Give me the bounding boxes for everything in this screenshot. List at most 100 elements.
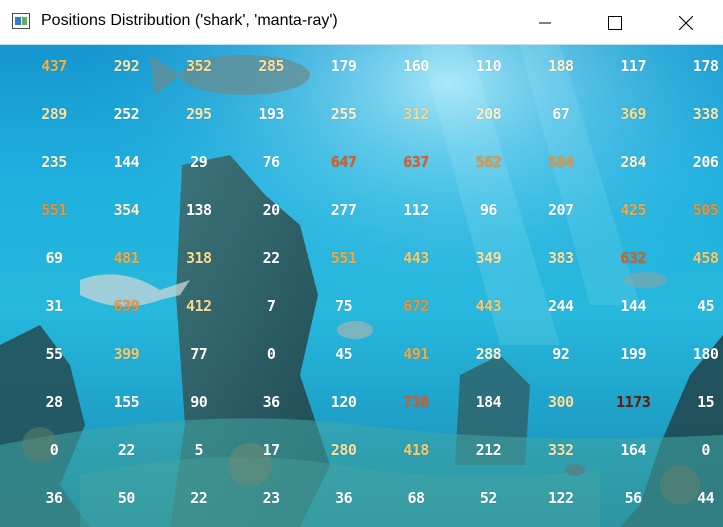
heatmap-cell: 56 xyxy=(624,489,643,507)
heatmap-cell: 458 xyxy=(692,249,719,267)
minimize-button[interactable] xyxy=(522,0,568,45)
heatmap-cell: 120 xyxy=(330,393,357,411)
heatmap-cell: 75 xyxy=(335,297,353,315)
heatmap-cell: 412 xyxy=(186,297,212,315)
heatmap-cell: 418 xyxy=(403,441,429,459)
heatmap-cell: 207 xyxy=(548,201,574,219)
heatmap-cell: 36 xyxy=(335,489,353,507)
heatmap-cell: 15 xyxy=(697,393,715,411)
window-title: Positions Distribution ('shark', 'manta-… xyxy=(41,12,338,29)
heatmap-cell: 52 xyxy=(479,489,498,507)
heatmap-cell: 179 xyxy=(330,57,357,75)
heatmap-cell: 399 xyxy=(113,345,140,363)
heatmap-cell: 551 xyxy=(41,201,67,219)
heatmap-cell: 67 xyxy=(552,105,570,123)
heatmap-cell: 349 xyxy=(475,249,502,267)
heatmap-cell: 639 xyxy=(113,297,140,315)
app-icon-pane-right xyxy=(22,17,27,25)
heatmap-cell: 20 xyxy=(262,201,281,219)
heatmap-cell: 45 xyxy=(697,297,715,315)
heatmap-cell: 90 xyxy=(190,393,208,411)
heatmap-cell: 672 xyxy=(403,297,429,315)
maximize-icon xyxy=(608,15,622,30)
heatmap-cell: 289 xyxy=(41,105,67,123)
heatmap-cell: 112 xyxy=(403,201,429,219)
heatmap-cell: 505 xyxy=(692,201,719,219)
heatmap-cell: 206 xyxy=(692,153,719,171)
heatmap-cell: 69 xyxy=(45,249,63,267)
heatmap-cell: 352 xyxy=(186,57,212,75)
heatmap-cell: 155 xyxy=(113,393,140,411)
heatmap-cell: 160 xyxy=(403,57,429,75)
heatmap-cell: 292 xyxy=(113,57,140,75)
heatmap-cell: 188 xyxy=(548,57,574,75)
heatmap-cell: 338 xyxy=(692,105,719,123)
heatmap-cell: 96 xyxy=(479,201,498,219)
heatmap-cell: 312 xyxy=(403,105,429,123)
heatmap-cell: 284 xyxy=(620,153,646,171)
heatmap-cell: 31 xyxy=(45,297,63,315)
heatmap-cell: 92 xyxy=(552,345,570,363)
heatmap-cell: 562 xyxy=(475,153,502,171)
heatmap-cell: 44 xyxy=(697,489,715,507)
heatmap-cell: 295 xyxy=(186,105,212,123)
heatmap-cell: 443 xyxy=(403,249,429,267)
heatmap-cell: 199 xyxy=(620,345,646,363)
close-icon xyxy=(679,15,693,30)
heatmap-cell: 164 xyxy=(620,441,646,459)
heatmap-cell: 29 xyxy=(190,153,208,171)
heatmap-cell: 551 xyxy=(330,249,357,267)
heatmap-cell: 255 xyxy=(330,105,357,123)
heatmap-cell: 17 xyxy=(262,441,281,459)
heatmap-cell: 184 xyxy=(475,393,502,411)
heatmap-cell: 1173 xyxy=(616,393,651,411)
heatmap-cell: 212 xyxy=(475,441,502,459)
heatmap-cell: 7 xyxy=(266,297,276,315)
close-button[interactable] xyxy=(663,0,709,45)
heatmap-cell: 144 xyxy=(620,297,646,315)
title-bar: Positions Distribution ('shark', 'manta-… xyxy=(0,0,723,45)
heatmap-cell: 45 xyxy=(335,345,353,363)
heatmap-cell: 117 xyxy=(620,57,646,75)
heatmap-cell: 22 xyxy=(262,249,281,267)
heatmap-cell: 318 xyxy=(186,249,212,267)
heatmap-cell: 332 xyxy=(548,441,574,459)
heatmap-cell: 437 xyxy=(41,57,67,75)
heatmap-cell: 77 xyxy=(190,345,208,363)
heatmap-cell: 50 xyxy=(117,489,136,507)
heatmap-cell: 28 xyxy=(45,393,63,411)
heatmap-cell: 5 xyxy=(194,441,204,459)
app-icon-pane-left xyxy=(15,17,21,25)
heatmap-cell: 36 xyxy=(262,393,281,411)
heatmap-cell: 354 xyxy=(113,201,140,219)
heatmap-cell: 68 xyxy=(407,489,425,507)
heatmap-cell: 369 xyxy=(620,105,646,123)
heatmap-cell: 36 xyxy=(45,489,63,507)
heatmap-cell: 180 xyxy=(692,345,719,363)
heatmap-cell: 481 xyxy=(113,249,140,267)
heatmap-cell: 280 xyxy=(330,441,357,459)
app-icon[interactable] xyxy=(12,13,30,29)
heatmap-cell: 383 xyxy=(548,249,574,267)
heatmap-cell: 110 xyxy=(475,57,502,75)
heatmap-cell: 491 xyxy=(403,345,429,363)
heatmap-cell: 144 xyxy=(113,153,140,171)
heatmap-cell: 647 xyxy=(330,153,357,171)
heatmap-cell: 193 xyxy=(258,105,284,123)
heatmap-cell: 178 xyxy=(692,57,719,75)
heatmap-cell: 122 xyxy=(548,489,574,507)
maximize-button[interactable] xyxy=(592,0,638,45)
heatmap-cell: 208 xyxy=(475,105,502,123)
minimize-icon xyxy=(539,22,551,23)
heatmap-cell: 138 xyxy=(186,201,212,219)
heatmap-cell: 235 xyxy=(41,153,67,171)
heatmap-cell: 23 xyxy=(262,489,281,507)
heatmap-cell: 55 xyxy=(45,345,63,363)
heatmap-cell: 0 xyxy=(266,345,276,363)
heatmap-cell: 0 xyxy=(701,441,710,459)
heatmap-cell: 252 xyxy=(113,105,140,123)
positions-distribution-grid: 437 292 352 285 179 160 110 188 117 178 289 252 295 1… xyxy=(0,45,723,527)
heatmap-cell: 443 xyxy=(475,297,502,315)
heatmap-cell: 584 xyxy=(548,153,574,171)
heatmap-cell: 738 xyxy=(403,393,429,411)
